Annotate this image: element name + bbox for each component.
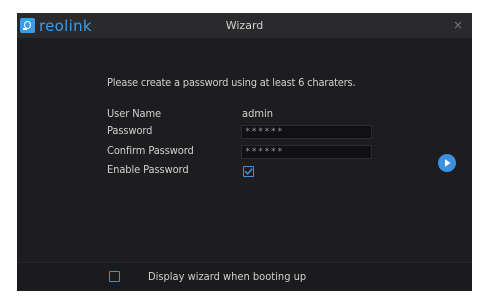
- confirm-password-field[interactable]: [241, 145, 372, 159]
- play-arrow-icon: [445, 159, 451, 167]
- password-field[interactable]: [241, 125, 372, 139]
- password-label: Password: [107, 124, 153, 137]
- enable-password-checkbox[interactable]: [243, 166, 254, 177]
- username-value: admin: [242, 107, 274, 120]
- display-wizard-label: Display wizard when booting up: [148, 270, 307, 283]
- next-button[interactable]: [438, 154, 456, 172]
- username-label: User Name: [107, 107, 161, 120]
- wizard-window: reolink Wizard × Please create a passwor…: [0, 0, 491, 305]
- password-instruction: Please create a password using at least …: [107, 76, 356, 89]
- window-title: Wizard: [225, 19, 264, 32]
- close-icon[interactable]: ×: [452, 18, 464, 32]
- title-bar: reolink Wizard ×: [17, 13, 472, 38]
- wizard-footer: Display wizard when booting up: [17, 262, 472, 291]
- enable-password-label: Enable Password: [107, 163, 189, 176]
- confirm-password-label: Confirm Password: [107, 144, 194, 157]
- checkmark-icon: [244, 168, 253, 175]
- wizard-dialog: reolink Wizard × Please create a passwor…: [17, 13, 472, 291]
- display-wizard-checkbox[interactable]: [109, 271, 120, 282]
